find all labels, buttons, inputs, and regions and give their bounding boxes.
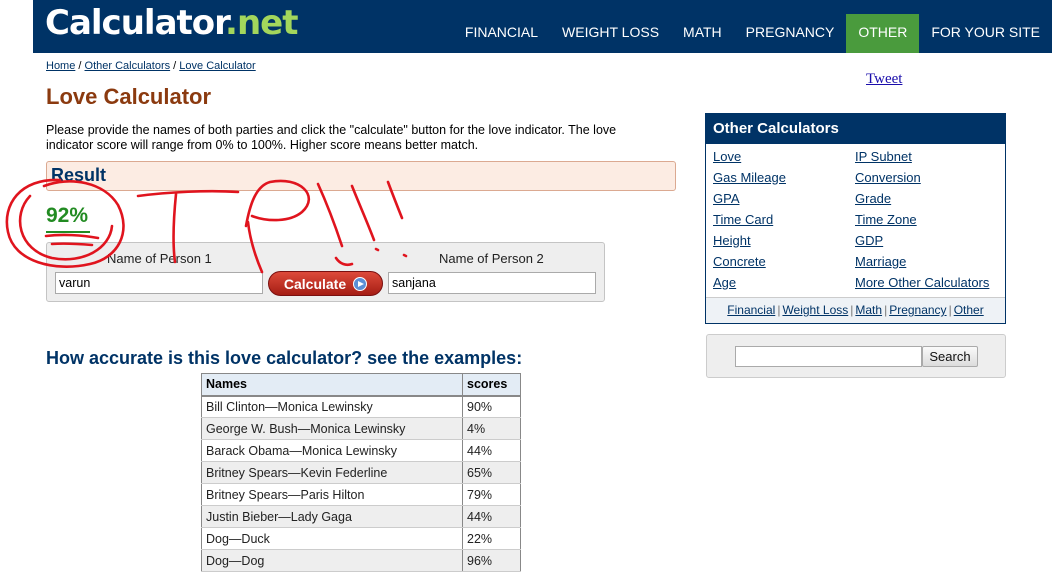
logo-main: Calculator: [45, 3, 226, 43]
link-more-other-calculators[interactable]: More Other Calculators: [855, 275, 989, 290]
footer-link-financial[interactable]: Financial: [727, 303, 775, 317]
link-conversion[interactable]: Conversion: [855, 170, 921, 185]
person2-label: Name of Person 2: [439, 251, 544, 266]
site-logo[interactable]: Calculator.net: [45, 3, 298, 43]
nav-weight-loss[interactable]: WEIGHT LOSS: [550, 14, 671, 53]
footer-link-weight-loss[interactable]: Weight Loss: [782, 303, 848, 317]
example-score: 44%: [462, 439, 521, 462]
page-title: Love Calculator: [46, 84, 212, 109]
scribble-underline: [44, 233, 100, 240]
link-marriage[interactable]: Marriage: [855, 254, 906, 269]
result-label: Result: [51, 165, 107, 185]
examples-heading: How accurate is this love calculator? se…: [46, 348, 523, 368]
tweet-link[interactable]: Tweet: [866, 71, 902, 88]
example-names: Barack Obama—Monica Lewinsky: [201, 439, 463, 462]
search-input[interactable]: [735, 346, 922, 367]
play-icon: [353, 276, 368, 291]
link-grade[interactable]: Grade: [855, 191, 891, 206]
examples-table: Names scores Bill Clinton—Monica Lewinsk…: [201, 373, 521, 572]
link-gdp[interactable]: GDP: [855, 233, 883, 248]
calculate-label: Calculate: [283, 275, 347, 292]
example-score: 44%: [462, 505, 521, 528]
link-age[interactable]: Age: [713, 275, 736, 290]
person1-label: Name of Person 1: [107, 251, 212, 266]
table-row: Britney Spears—Kevin Federline 65%: [201, 461, 521, 484]
nav-for-your-site[interactable]: FOR YOUR SITE: [919, 14, 1052, 53]
example-names: Dog—Dog: [201, 549, 463, 572]
table-row: Bill Clinton—Monica Lewinsky 90%: [201, 395, 521, 418]
footer-link-pregnancy[interactable]: Pregnancy: [889, 303, 946, 317]
love-form: Name of Person 1 Name of Person 2 Calcul…: [46, 242, 605, 302]
table-header-row: Names scores: [201, 373, 521, 397]
other-calculators-panel: Other Calculators Love Gas Mileage GPA T…: [705, 113, 1006, 324]
example-score: 90%: [462, 395, 521, 418]
example-names: Britney Spears—Kevin Federline: [201, 461, 463, 484]
table-row: Britney Spears—Paris Hilton 79%: [201, 483, 521, 506]
column-header-scores: scores: [462, 373, 521, 397]
nav-financial[interactable]: FINANCIAL: [453, 14, 550, 53]
love-score: 92%: [46, 204, 89, 227]
table-row: Justin Bieber—Lady Gaga 44%: [201, 505, 521, 528]
nav-math[interactable]: MATH: [671, 14, 734, 53]
logo-ext: .net: [225, 3, 298, 43]
breadcrumb-other[interactable]: Other Calculators: [85, 60, 171, 72]
link-gpa[interactable]: GPA: [713, 191, 740, 206]
breadcrumb: Home / Other Calculators / Love Calculat…: [46, 60, 256, 72]
example-score: 22%: [462, 527, 521, 550]
table-row: Dog—Dog 96%: [201, 549, 521, 572]
person1-input[interactable]: [55, 272, 263, 294]
example-names: Justin Bieber—Lady Gaga: [201, 505, 463, 528]
other-calculators-title: Other Calculators: [706, 114, 1005, 144]
link-time-card[interactable]: Time Card: [713, 212, 773, 227]
table-row: Dog—Duck 22%: [201, 527, 521, 550]
breadcrumb-home[interactable]: Home: [46, 60, 75, 72]
example-score: 79%: [462, 483, 521, 506]
site-header: Calculator.net FINANCIAL WEIGHT LOSS MAT…: [33, 0, 1052, 53]
breadcrumb-sep: /: [75, 60, 85, 72]
breadcrumb-sep: /: [170, 60, 180, 72]
link-concrete[interactable]: Concrete: [713, 254, 766, 269]
footer-link-other[interactable]: Other: [954, 303, 984, 317]
separator: |: [948, 303, 952, 317]
link-love[interactable]: Love: [713, 149, 741, 164]
scribble-letter-t: [136, 189, 240, 198]
person2-input[interactable]: [388, 272, 596, 294]
example-names: Britney Spears—Paris Hilton: [201, 483, 463, 506]
nav-pregnancy[interactable]: PREGNANCY: [734, 14, 847, 53]
example-score: 96%: [462, 549, 521, 572]
separator: |: [850, 303, 854, 317]
example-score: 65%: [462, 461, 521, 484]
calculate-button[interactable]: Calculate: [268, 271, 383, 296]
table-row: George W. Bush—Monica Lewinsky 4%: [201, 417, 521, 440]
table-row: Barack Obama—Monica Lewinsky 44%: [201, 439, 521, 462]
separator: |: [884, 303, 888, 317]
main-nav: FINANCIAL WEIGHT LOSS MATH PREGNANCY OTH…: [453, 14, 1052, 53]
search-button[interactable]: Search: [922, 346, 978, 367]
breadcrumb-current[interactable]: Love Calculator: [179, 60, 255, 72]
link-ip-subnet[interactable]: IP Subnet: [855, 149, 912, 164]
link-gas-mileage[interactable]: Gas Mileage: [713, 170, 786, 185]
example-names: George W. Bush—Monica Lewinsky: [201, 417, 463, 440]
scribble-stroke: [350, 184, 376, 242]
example-names: Dog—Duck: [201, 527, 463, 550]
scribble-stroke: [316, 182, 344, 248]
search-panel: Search: [706, 334, 1006, 378]
column-header-names: Names: [201, 373, 463, 397]
link-height[interactable]: Height: [713, 233, 751, 248]
nav-other[interactable]: OTHER: [846, 14, 920, 53]
intro-text: Please provide the names of both parties…: [46, 123, 617, 152]
category-links: Financial | Weight Loss | Math | Pregnancy | Oth…: [706, 297, 1005, 323]
example-score: 4%: [462, 417, 521, 440]
separator: |: [777, 303, 781, 317]
score-underline: [46, 231, 90, 233]
footer-link-math[interactable]: Math: [855, 303, 882, 317]
example-names: Bill Clinton—Monica Lewinsky: [201, 395, 463, 418]
link-time-zone[interactable]: Time Zone: [855, 212, 917, 227]
result-header: Result: [46, 161, 676, 191]
